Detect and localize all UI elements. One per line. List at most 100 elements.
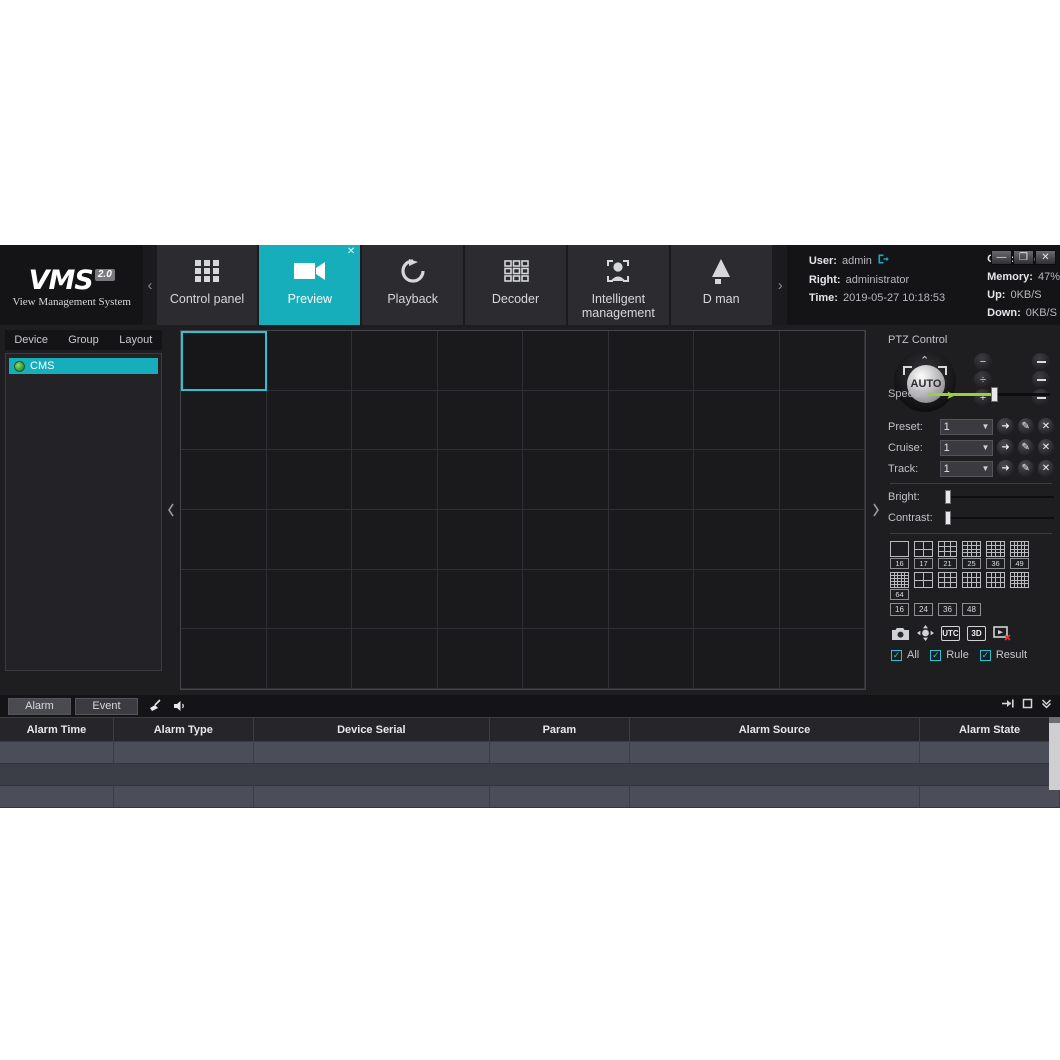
- video-cell[interactable]: [694, 629, 780, 689]
- column-header-alarm-type[interactable]: Alarm Type: [113, 717, 254, 742]
- zoom-out-button[interactable]: −: [974, 353, 992, 370]
- video-cell[interactable]: [266, 569, 352, 630]
- ptz-move-icon[interactable]: [917, 625, 934, 641]
- video-grid[interactable]: [180, 330, 866, 690]
- video-cell[interactable]: [352, 629, 438, 689]
- track-edit-button[interactable]: ✎: [1017, 460, 1034, 477]
- video-cell[interactable]: [694, 331, 780, 391]
- video-cell[interactable]: [352, 510, 438, 570]
- sound-icon[interactable]: [173, 699, 187, 713]
- layout-button-16[interactable]: 16: [890, 603, 910, 616]
- video-cell[interactable]: [266, 450, 352, 510]
- video-cell[interactable]: [181, 629, 267, 689]
- video-cell[interactable]: [437, 510, 523, 570]
- video-cell[interactable]: [266, 390, 352, 451]
- iris-open-button[interactable]: [1032, 353, 1050, 370]
- track-goto-button[interactable]: ➜: [997, 460, 1014, 477]
- video-cell[interactable]: [608, 510, 694, 570]
- video-cell[interactable]: [779, 629, 865, 689]
- layout-button-36[interactable]: 36: [938, 603, 958, 616]
- video-cell[interactable]: [181, 569, 267, 630]
- video-cell[interactable]: [523, 390, 609, 451]
- video-cell[interactable]: [523, 569, 609, 630]
- table-row[interactable]: [0, 741, 1060, 764]
- cruise-edit-button[interactable]: ✎: [1017, 439, 1034, 456]
- collapse-icon[interactable]: [1041, 698, 1052, 709]
- layout-button-36[interactable]: 36: [986, 541, 1006, 569]
- cruise-select[interactable]: 1 ▼: [939, 439, 994, 456]
- snapshot-icon[interactable]: [891, 626, 910, 641]
- video-cell[interactable]: [694, 450, 780, 510]
- cruise-goto-button[interactable]: ➜: [997, 439, 1014, 456]
- video-cell[interactable]: [779, 450, 865, 510]
- preset-goto-button[interactable]: ➜: [997, 418, 1014, 435]
- pin-icon[interactable]: [1001, 698, 1014, 709]
- video-cell[interactable]: [608, 390, 694, 451]
- video-cell[interactable]: [608, 569, 694, 630]
- video-cell[interactable]: [523, 331, 609, 391]
- column-header-alarm-time[interactable]: Alarm Time: [0, 717, 114, 742]
- sidebar-tab-layout[interactable]: Layout: [110, 330, 162, 350]
- video-cell[interactable]: [352, 569, 438, 630]
- minimize-button[interactable]: —: [991, 250, 1012, 265]
- video-cell[interactable]: [352, 390, 438, 451]
- track-select[interactable]: 1 ▼: [939, 460, 994, 477]
- column-header-alarm-source[interactable]: Alarm Source: [629, 717, 921, 742]
- layout-button-10[interactable]: [986, 572, 1006, 600]
- video-cell[interactable]: [523, 629, 609, 689]
- collapse-right-panel-button[interactable]: [866, 330, 884, 690]
- checkbox-result[interactable]: ✓: [979, 649, 991, 661]
- layout-button-9[interactable]: [962, 572, 982, 600]
- focus-button[interactable]: ÷: [974, 371, 992, 388]
- column-header-alarm-state[interactable]: Alarm State: [919, 717, 1060, 742]
- video-cell[interactable]: [779, 390, 865, 451]
- layout-button-21[interactable]: 21: [938, 541, 958, 569]
- sidebar-tab-group[interactable]: Group: [57, 330, 109, 350]
- video-cell[interactable]: [694, 569, 780, 630]
- video-cell[interactable]: [437, 629, 523, 689]
- video-cell[interactable]: [352, 450, 438, 510]
- layout-button-48[interactable]: 48: [962, 603, 982, 616]
- restore-icon[interactable]: [1022, 698, 1033, 709]
- table-row[interactable]: [0, 763, 1060, 786]
- video-cell[interactable]: [523, 510, 609, 570]
- video-cell[interactable]: [779, 510, 865, 570]
- layout-button-49[interactable]: 49: [1010, 541, 1030, 569]
- close-icon[interactable]: ✕: [347, 247, 355, 257]
- speed-slider-handle[interactable]: [990, 386, 998, 402]
- close-all-preview-icon[interactable]: [993, 625, 1012, 641]
- video-cell[interactable]: [437, 390, 523, 451]
- layout-button-7[interactable]: [914, 572, 934, 600]
- video-cell-selected[interactable]: [181, 331, 267, 391]
- preset-edit-button[interactable]: ✎: [1017, 418, 1034, 435]
- video-cell[interactable]: [523, 450, 609, 510]
- tab-intelligent-management[interactable]: Intelligent management: [567, 245, 669, 325]
- close-button[interactable]: ✕: [1035, 250, 1056, 265]
- clear-broom-icon[interactable]: [148, 699, 163, 713]
- layout-button-25[interactable]: 25: [962, 541, 982, 569]
- layout-button-16[interactable]: 16: [890, 541, 910, 569]
- nav-next-arrow[interactable]: ›: [773, 245, 787, 325]
- video-cell[interactable]: [779, 331, 865, 391]
- utc-icon[interactable]: UTC: [941, 625, 960, 641]
- video-cell[interactable]: [779, 569, 865, 630]
- maximize-button[interactable]: ❐: [1013, 250, 1034, 265]
- tab-device-management[interactable]: D man: [670, 245, 772, 325]
- video-cell[interactable]: [437, 569, 523, 630]
- tab-decoder[interactable]: Decoder: [465, 245, 566, 325]
- bright-slider[interactable]: [945, 490, 1054, 504]
- video-cell[interactable]: [266, 629, 352, 689]
- nav-prev-arrow[interactable]: ‹: [143, 245, 157, 325]
- preset-delete-button[interactable]: ✕: [1037, 418, 1055, 435]
- layout-button-8[interactable]: [938, 572, 958, 600]
- video-cell[interactable]: [608, 331, 694, 391]
- layout-button-17[interactable]: 17: [914, 541, 934, 569]
- layout-button-64[interactable]: 64: [890, 572, 910, 600]
- tab-preview[interactable]: ✕ Preview: [259, 245, 361, 325]
- iris-stop-button[interactable]: [1032, 371, 1050, 388]
- sidebar-tab-device[interactable]: Device: [5, 330, 57, 350]
- video-cell[interactable]: [266, 510, 352, 570]
- checkbox-all[interactable]: ✓: [891, 649, 902, 661]
- video-cell[interactable]: [694, 510, 780, 570]
- tree-item-cms[interactable]: CMS: [9, 358, 158, 374]
